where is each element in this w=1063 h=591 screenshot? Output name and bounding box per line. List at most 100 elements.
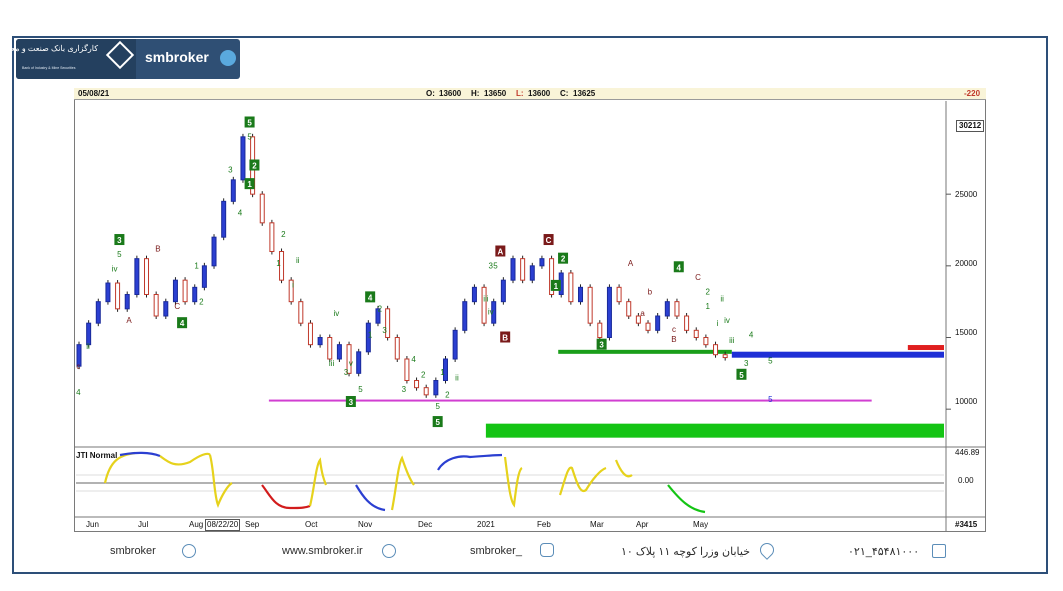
candle-body [192,286,198,303]
instagram-icon[interactable] [540,543,554,557]
candle-body [201,265,207,288]
wave-label-text: 1 [194,262,199,271]
candle-body [221,200,227,238]
footer-instagram[interactable]: smbroker_ [470,545,522,557]
wave-label-boxed-text: 2 [252,162,257,171]
candle-body [115,282,121,310]
wave-label-boxed-text: 3 [599,341,604,350]
globe-icon[interactable] [382,544,396,558]
wave-label-text: ii [86,342,90,351]
wave-label-boxed-text: 3 [117,236,122,245]
wave-label-text: iv [334,309,340,318]
candle-body [124,294,130,310]
month-label-jul: Jul [138,520,149,529]
candle-body [452,329,458,360]
wave-label-text: 4 [411,355,416,364]
candle-body [578,286,584,303]
candle-body [269,222,275,252]
candle-body [182,279,188,303]
wave-label-text: iv [112,265,118,274]
wave-label-text: C [174,302,180,311]
candle-body [134,258,140,295]
candle-body [211,236,217,267]
wave-label-boxed-text: 5 [739,371,744,380]
wave-label-text: 5 [768,395,773,404]
wave-label-text: 1 [440,368,445,377]
wave-label-boxed-text: 2 [561,255,566,264]
wave-label-text: 1 [276,259,281,268]
wave-label-text: c [672,325,676,334]
wave-label-text: 1 [368,331,373,340]
candle-body [606,286,612,339]
wave-label-text: B [155,245,160,254]
footer-telegram[interactable]: smbroker [110,545,156,557]
month-label-apr: Apr [636,520,649,529]
candle-body [529,265,535,281]
price-tick-20000: 20000 [955,259,978,268]
candle-body [144,258,150,295]
candle-body [423,387,429,396]
wave-label-text: 5 [493,262,498,271]
price-tick-25000: 25000 [955,190,978,199]
candle-body [616,286,622,303]
wave-label-boxed-text: 5 [435,418,440,427]
wave-label-text: iii [483,295,489,304]
wave-label-text: 2 [705,288,710,297]
candle-body [356,351,362,374]
wave-label-text: iii [729,336,735,345]
candle-body [327,337,333,360]
chart-canvas: 52134435ABC213455345BivAC 214ciiii21iivii… [74,101,986,531]
wave-label-text: 5 [768,356,773,365]
wave-label-text: v [349,359,353,368]
wave-label-text: 3 [744,359,749,368]
wave-label-text: 5 [117,250,122,259]
wave-label-text: 5 [358,385,363,394]
indicator-line [614,459,633,478]
wave-label-boxed-text: 5 [247,119,252,128]
green-band [485,423,944,438]
wave-label-boxed-text: 4 [180,319,185,328]
wave-label-text: 2 [281,230,286,239]
candle-body [539,258,545,267]
candle-body [684,315,690,331]
candle-body [404,358,410,381]
date-cursor-label: 08/22/20 [205,519,241,531]
candle-body [230,179,236,202]
wave-label-boxed-text: 1 [247,180,252,189]
month-label-jun: Jun [86,520,99,529]
wave-label-boxed-text: 4 [677,263,682,272]
indicator-line [261,484,311,510]
price-tick-10000: 10000 [955,397,978,406]
candle-body [568,272,574,303]
wave-label-text: ii [455,374,459,383]
wave-label-text: 2 [421,371,426,380]
month-label-may: May [693,520,709,529]
wave-label-boxed-text: 4 [368,293,373,302]
month-label-sep: Sep [245,520,260,529]
candle-body [433,380,439,396]
wave-label-text: 4 [749,331,754,340]
wave-label-text: 3 [228,166,233,175]
wave-label-text: A [126,316,132,325]
candle-body [674,301,680,317]
candle-body [471,286,477,303]
wave-label-boxed-text: C [546,236,552,245]
wave-label-text: i [292,280,294,289]
wave-label-text: ii [720,295,724,304]
wave-label-text: a [640,309,645,318]
price-axis-top-label: 30212 [956,120,985,132]
candle-body [693,329,699,339]
wave-label-text: 2 [445,391,450,400]
candle-body [587,286,593,324]
month-label-2021: 2021 [477,520,495,529]
footer-website[interactable]: www.smbroker.ir [282,545,363,557]
wave-label-text: b [648,288,653,297]
month-label-feb: Feb [537,520,551,529]
candle-body [481,286,487,324]
candle-body [259,193,265,224]
candle-body [105,282,111,303]
indicator-line [390,455,415,511]
candle-body [597,322,603,338]
telegram-footer-icon[interactable] [182,544,196,558]
wave-label-text: iii [329,359,335,368]
